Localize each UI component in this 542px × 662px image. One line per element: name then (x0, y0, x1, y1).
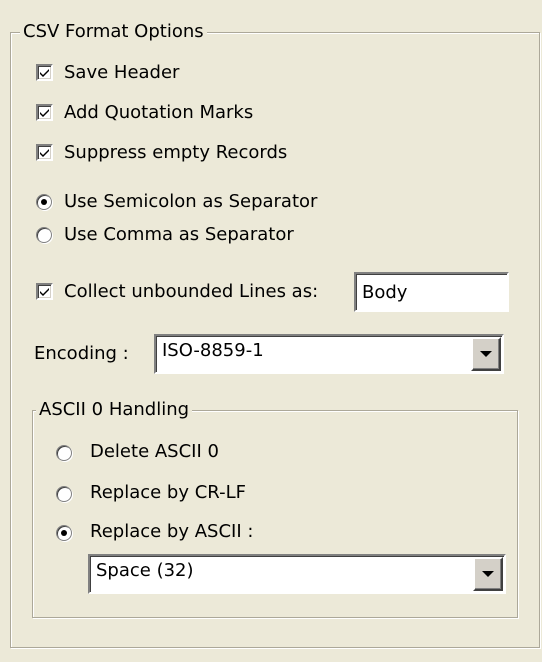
checkmark-icon (40, 149, 49, 157)
semicolon-separator-radio[interactable] (36, 194, 52, 210)
suppress-empty-records-label: Suppress empty Records (64, 142, 288, 163)
ascii-0-handling-title: ASCII 0 Handling (36, 400, 193, 420)
chevron-down-icon (482, 571, 494, 577)
replace-char-select[interactable]: Space (32) (88, 554, 506, 594)
replace-by-ascii-label: Replace by ASCII : (90, 521, 254, 542)
add-quotation-marks-label: Add Quotation Marks (64, 102, 254, 123)
encoding-label: Encoding : (34, 343, 129, 364)
replace-char-dropdown-button[interactable] (473, 557, 503, 591)
replace-by-crlf-radio[interactable] (56, 486, 72, 502)
checkmark-icon (40, 69, 49, 77)
radio-selected-dot (41, 199, 47, 205)
chevron-down-icon (480, 351, 492, 357)
collect-unbounded-input[interactable] (354, 272, 509, 312)
replace-by-ascii-radio[interactable] (56, 525, 72, 541)
save-header-label: Save Header (64, 62, 180, 83)
semicolon-separator-label: Use Semicolon as Separator (64, 191, 318, 212)
checkmark-icon (40, 109, 49, 117)
save-header-checkbox[interactable] (36, 64, 53, 81)
csv-options-panel: CSV Format Options Save Header Add Quota… (0, 0, 542, 662)
suppress-empty-records-checkbox[interactable] (36, 144, 53, 161)
collect-unbounded-checkbox[interactable] (36, 283, 53, 300)
delete-ascii-0-label: Delete ASCII 0 (90, 441, 219, 462)
checkmark-icon (40, 288, 49, 296)
collect-unbounded-label: Collect unbounded Lines as: (64, 281, 319, 302)
comma-separator-label: Use Comma as Separator (64, 224, 294, 245)
csv-format-options-title: CSV Format Options (20, 22, 207, 42)
radio-selected-dot (61, 530, 67, 536)
replace-char-value: Space (32) (96, 560, 194, 581)
add-quotation-marks-checkbox[interactable] (36, 104, 53, 121)
delete-ascii-0-radio[interactable] (56, 445, 72, 461)
comma-separator-radio[interactable] (36, 227, 52, 243)
replace-by-crlf-label: Replace by CR-LF (90, 482, 246, 503)
encoding-select[interactable]: ISO-8859-1 (154, 334, 504, 374)
encoding-dropdown-button[interactable] (471, 337, 501, 371)
encoding-value: ISO-8859-1 (162, 340, 264, 361)
